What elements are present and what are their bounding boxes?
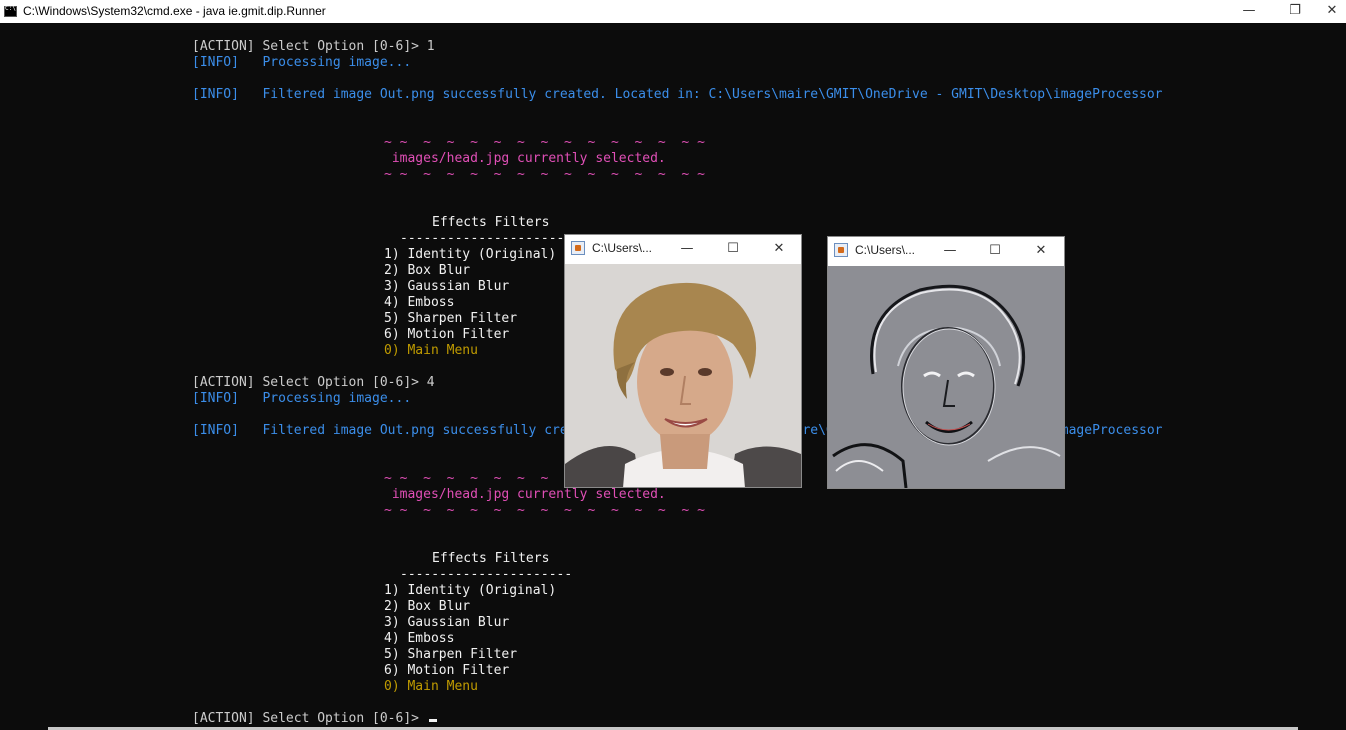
original-portrait-image: [565, 264, 801, 487]
info-line: [INFO] Processing image...: [192, 55, 412, 70]
menu-item: 3) Gaussian Blur: [384, 615, 510, 630]
image-window-title-bar[interactable]: C:\Users\... — ☐ ✕: [565, 235, 801, 263]
selected-image-label: images/head.jpg currently selected.: [384, 151, 666, 166]
action-line: [ACTION] Select Option [0-6]> 4: [192, 375, 435, 390]
java-icon: [571, 241, 585, 255]
info-line: [INFO] Processing image...: [192, 391, 412, 406]
console-title-bar[interactable]: C:\Windows\System32\cmd.exe - java ie.gm…: [0, 0, 1346, 23]
banner-tilde-line: ~ ~ ~ ~ ~ ~ ~ ~ ~ ~ ~ ~ ~ ~ ~: [384, 503, 705, 518]
menu-item: 3) Gaussian Blur: [384, 279, 510, 294]
minimize-button[interactable]: —: [939, 240, 961, 262]
window-title: C:\Windows\System32\cmd.exe - java ie.gm…: [23, 4, 326, 18]
minimize-button[interactable]: —: [1226, 0, 1272, 23]
image-window-title: C:\Users\...: [592, 241, 653, 255]
close-button[interactable]: ✕: [768, 238, 790, 260]
menu-item: 6) Motion Filter: [384, 327, 510, 342]
banner-tilde-line: ~ ~ ~ ~ ~ ~ ~ ~ ~ ~ ~ ~ ~ ~ ~: [384, 167, 705, 182]
emboss-portrait-image: [828, 266, 1064, 488]
menu-item: 4) Emboss: [384, 295, 455, 310]
menu-heading: Effects Filters: [432, 551, 550, 566]
menu-heading: Effects Filters: [432, 215, 550, 230]
image-window-original[interactable]: C:\Users\... — ☐ ✕: [564, 234, 802, 488]
minimize-button[interactable]: —: [676, 238, 698, 260]
menu-rule: ----------------------: [400, 567, 573, 582]
menu-item: 5) Sharpen Filter: [384, 311, 518, 326]
close-button[interactable]: ✕: [1030, 240, 1052, 262]
image-window-title: C:\Users\...: [855, 243, 916, 257]
action-line: [ACTION] Select Option [0-6]> 1: [192, 39, 435, 54]
java-icon: [834, 243, 848, 257]
image-window-title-bar[interactable]: C:\Users\... — ☐ ✕: [828, 237, 1064, 265]
maximize-button[interactable]: ☐: [984, 240, 1006, 262]
close-button[interactable]: ✕: [1318, 0, 1346, 23]
restore-button[interactable]: ❐: [1272, 0, 1318, 23]
menu-item-main-menu: 0) Main Menu: [384, 679, 478, 694]
menu-item: 2) Box Blur: [384, 599, 471, 614]
prompt-text: [ACTION] Select Option [0-6]>: [192, 711, 427, 726]
banner-tilde-line: ~ ~ ~ ~ ~ ~ ~ ~ ~ ~ ~ ~ ~ ~ ~: [384, 135, 705, 150]
menu-item: 2) Box Blur: [384, 263, 471, 278]
text-cursor: [428, 719, 437, 722]
menu-item: 6) Motion Filter: [384, 663, 510, 678]
input-prompt[interactable]: [ACTION] Select Option [0-6]>: [192, 711, 437, 727]
image-window-emboss[interactable]: C:\Users\... — ☐ ✕: [827, 236, 1065, 489]
info-line: [INFO] Filtered image Out.png successful…: [192, 87, 1163, 102]
menu-item: 4) Emboss: [384, 631, 455, 646]
menu-item-main-menu: 0) Main Menu: [384, 343, 478, 358]
selected-image-label: images/head.jpg currently selected.: [384, 487, 666, 502]
menu-item: 1) Identity (Original): [384, 583, 557, 598]
menu-item: 1) Identity (Original): [384, 247, 557, 262]
menu-rule: ----------------------: [400, 231, 573, 246]
cmd-icon: [4, 5, 17, 17]
menu-item: 5) Sharpen Filter: [384, 647, 518, 662]
maximize-button[interactable]: ☐: [722, 238, 744, 260]
